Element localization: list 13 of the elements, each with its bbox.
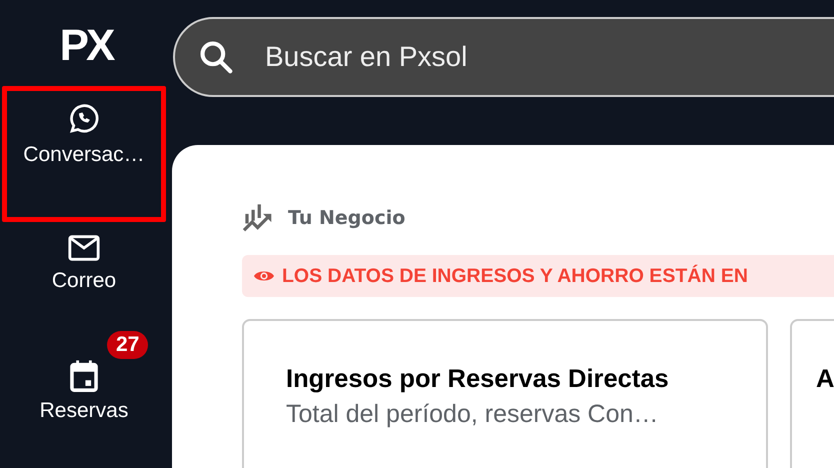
logo: PX [60,24,112,68]
calendar-icon [69,359,99,393]
alert-text: LOS DATOS DE INGRESOS Y AHORRO ESTÁN EN [282,264,748,288]
count-badge: 27 [107,331,148,359]
card-subtitle: Total del período, reservas Con… [286,400,660,429]
sidebar-item[interactable]: Conversac… [2,86,166,222]
search-field[interactable]: Buscar en Pxsol [173,17,834,97]
card-title: Ingresos por Reservas Directas [286,365,670,394]
card-title: A [816,365,834,394]
search-input[interactable]: Buscar en Pxsol [263,40,834,74]
envelope-icon [67,233,101,263]
eye-icon [254,269,274,283]
section-title: Tu Negocio [288,207,406,229]
